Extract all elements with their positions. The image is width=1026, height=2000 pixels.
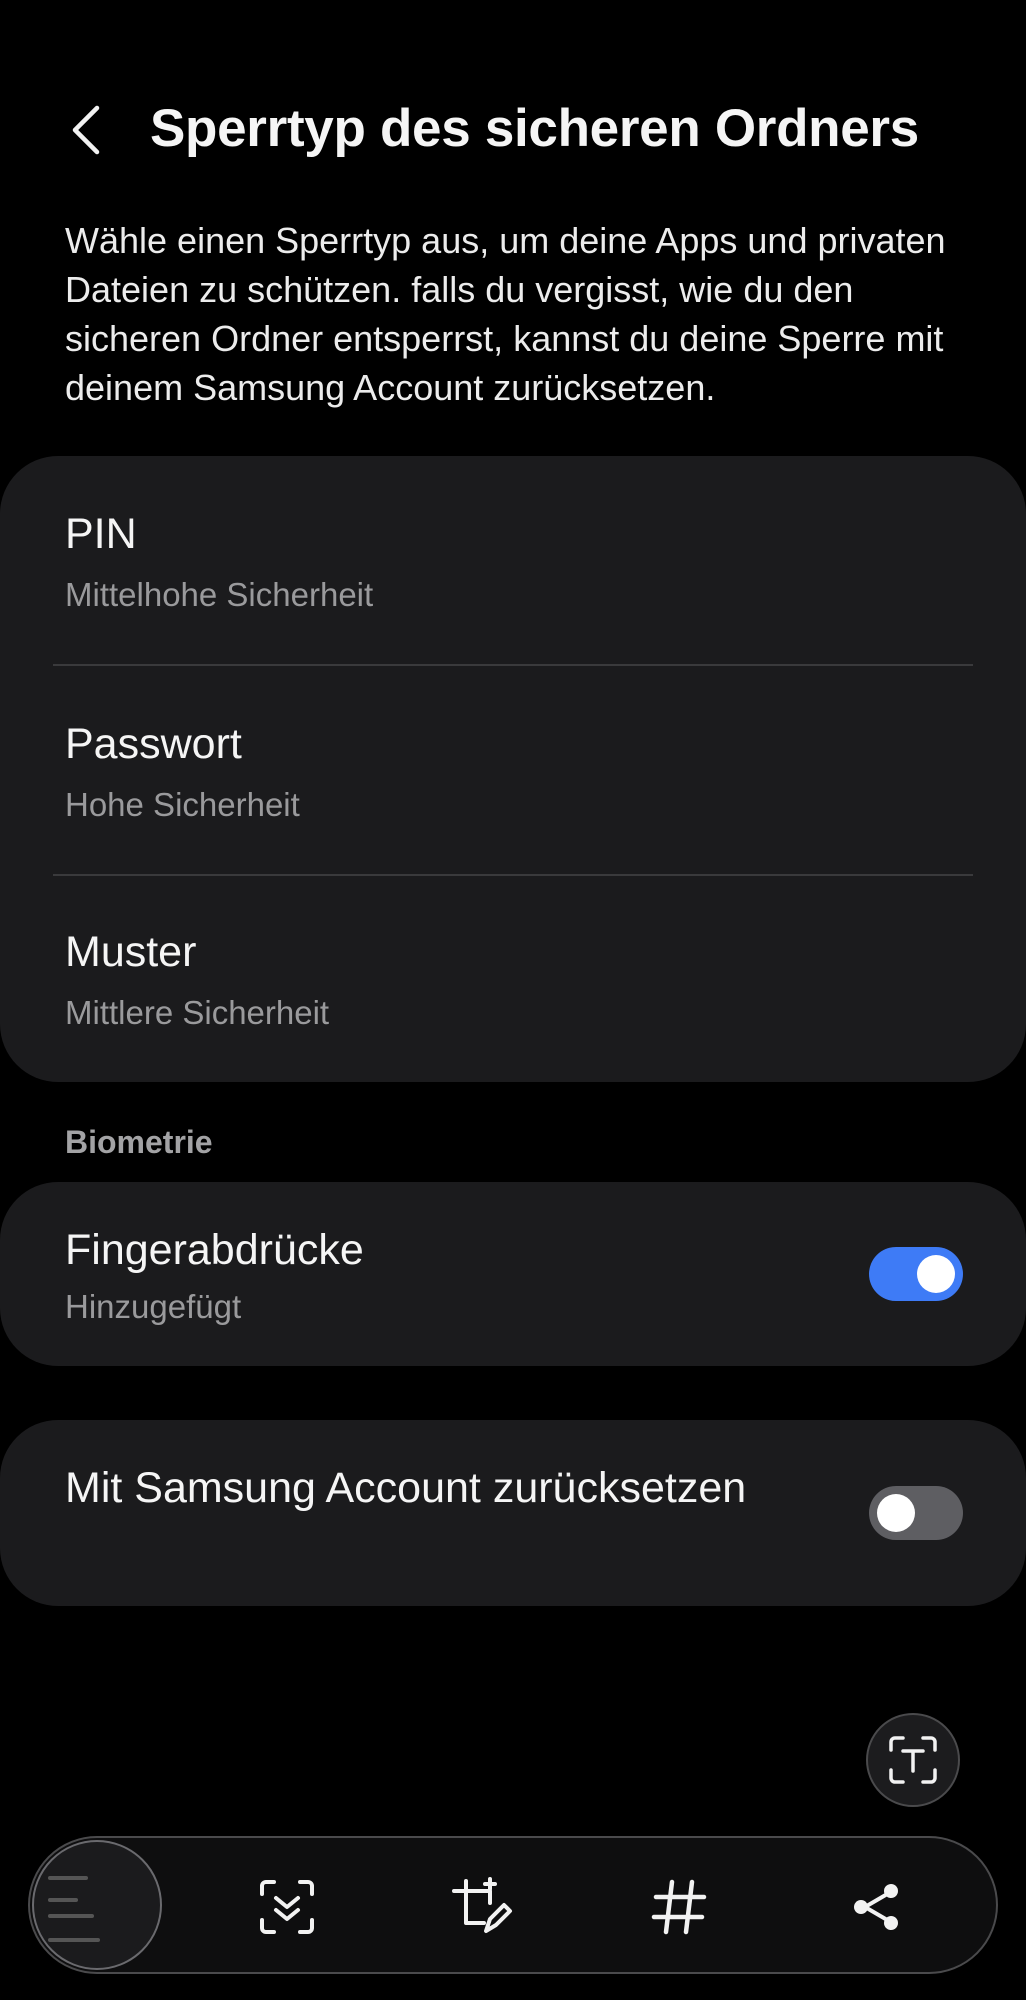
scroll-capture-button[interactable] — [252, 1872, 322, 1942]
toggle-knob — [917, 1255, 955, 1293]
back-button[interactable] — [60, 102, 112, 158]
thumbnail-line — [48, 1938, 100, 1942]
lock-type-list: PIN Mittelhohe Sicherheit Passwort Hohe … — [0, 456, 1026, 1082]
share-button[interactable] — [842, 1872, 912, 1942]
page-title: Sperrtyp des sicheren Ordners — [150, 99, 919, 158]
hashtag-icon — [651, 1879, 707, 1935]
crop-edit-icon — [452, 1877, 512, 1933]
text-extract-icon — [889, 1736, 937, 1784]
fingerprints-row[interactable]: Fingerabdrücke Hinzugefügt — [0, 1182, 1026, 1366]
thumbnail-line — [48, 1898, 78, 1902]
fingerprints-toggle[interactable] — [869, 1247, 963, 1301]
section-label-biometrics: Biometrie — [65, 1124, 213, 1160]
lock-option-title: Passwort — [65, 720, 242, 768]
lock-option-pin[interactable]: PIN Mittelhohe Sicherheit — [0, 456, 1026, 664]
reset-account-title: Mit Samsung Account zurücksetzen — [65, 1464, 747, 1512]
fingerprints-title: Fingerabdrücke — [65, 1226, 364, 1274]
reset-account-toggle[interactable] — [869, 1486, 963, 1540]
description-text: Wähle einen Sperrtyp aus, um deine Apps … — [65, 220, 946, 408]
toggle-knob — [877, 1494, 915, 1532]
lock-option-title: Muster — [65, 928, 197, 976]
fingerprints-subtitle: Hinzugefügt — [65, 1288, 242, 1325]
screenshot-toolbar — [28, 1836, 998, 1974]
thumbnail-line — [48, 1914, 94, 1918]
header: Sperrtyp des sicheren Ordners — [0, 80, 1026, 180]
crop-edit-button[interactable] — [447, 1872, 517, 1942]
scroll-capture-icon — [260, 1880, 314, 1934]
lock-option-title: PIN — [65, 510, 137, 558]
lock-option-subtitle: Mittlere Sicherheit — [65, 994, 330, 1031]
lock-option-password[interactable]: Passwort Hohe Sicherheit — [0, 666, 1026, 874]
share-icon — [854, 1884, 898, 1930]
screenshot-thumbnail[interactable] — [32, 1840, 162, 1970]
chevron-left-icon — [72, 105, 100, 155]
lock-option-subtitle: Hohe Sicherheit — [65, 786, 300, 823]
text-extract-button[interactable] — [866, 1713, 960, 1807]
hashtag-button[interactable] — [644, 1872, 714, 1942]
lock-option-pattern[interactable]: Muster Mittlere Sicherheit — [0, 874, 1026, 1082]
lock-option-subtitle: Mittelhohe Sicherheit — [65, 576, 374, 613]
reset-account-row[interactable]: Mit Samsung Account zurücksetzen — [0, 1420, 1026, 1606]
thumbnail-line — [48, 1876, 88, 1880]
